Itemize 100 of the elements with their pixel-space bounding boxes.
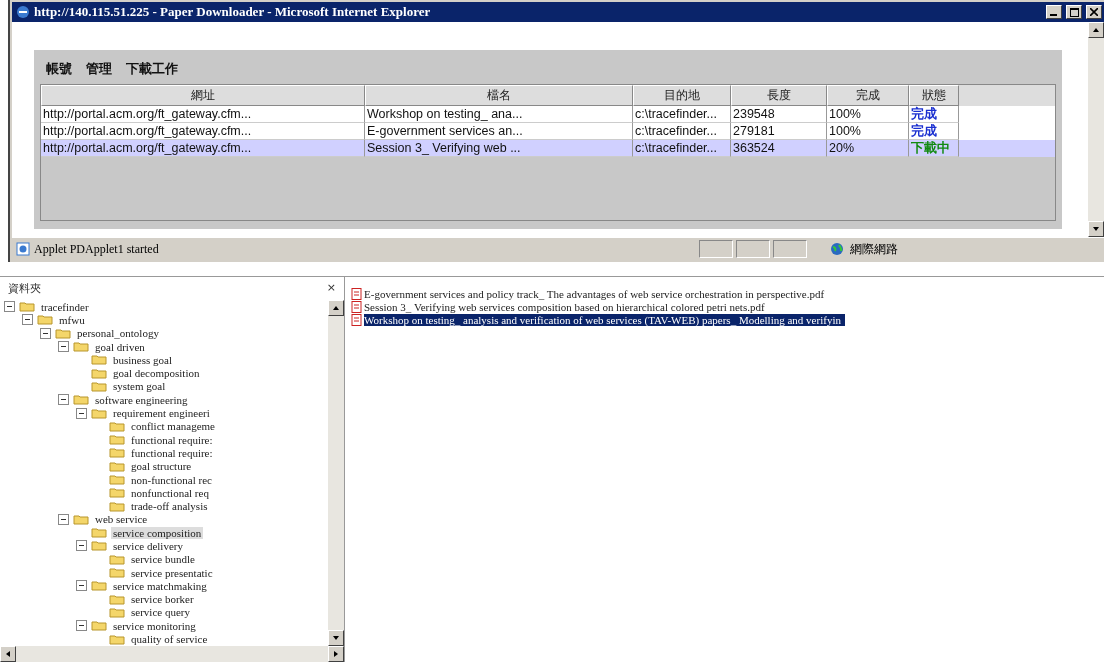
tree-item[interactable]: service borker: [129, 593, 196, 606]
folder-icon: [109, 567, 125, 579]
column-header[interactable]: 長度: [731, 85, 827, 106]
table-row[interactable]: http://portal.acm.org/ft_gateway.cfm... Session 3_ Verifying web ... c:\tracefinder... 363524 20% 下載中: [41, 140, 1055, 157]
pane-title: 資料夾: [8, 281, 41, 296]
collapse-icon[interactable]: [58, 513, 69, 525]
tree-item[interactable]: service query: [129, 606, 192, 619]
tree-item[interactable]: service bundle: [129, 553, 197, 566]
tree-item[interactable]: service delivery: [111, 540, 185, 552]
folder-icon: [109, 434, 125, 446]
column-header[interactable]: 完成: [827, 85, 909, 106]
page-icon: [16, 242, 30, 256]
folder-icon: [73, 341, 89, 353]
tree-item[interactable]: business goal: [111, 353, 174, 366]
column-header[interactable]: 檔名: [365, 85, 633, 106]
collapse-icon[interactable]: [58, 341, 69, 353]
file-item[interactable]: Session 3_ Verifying web services composition based on hierarchical colored petri nets.pdf: [364, 300, 769, 313]
maximize-icon: [1069, 7, 1079, 17]
scroll-arrow-button[interactable]: [328, 630, 344, 646]
tree-item[interactable]: service presentatic: [129, 566, 215, 579]
collapse-icon[interactable]: [58, 394, 69, 406]
vertical-scrollbar[interactable]: [328, 300, 344, 646]
vertical-scrollbar[interactable]: [1088, 22, 1104, 237]
folder-icon: [73, 513, 89, 525]
minimize-button[interactable]: [1046, 5, 1062, 19]
scroll-arrow-button[interactable]: [1088, 221, 1104, 237]
scroll-arrow-button[interactable]: [328, 646, 344, 662]
status-pane: [773, 240, 807, 258]
scroll-arrow-button[interactable]: [0, 646, 16, 662]
tree-item[interactable]: requirement engineeri: [111, 407, 212, 419]
collapse-icon[interactable]: [76, 540, 87, 552]
table-cell: c:\tracefinder...: [633, 140, 731, 157]
tree-item[interactable]: non-functional rec: [129, 473, 214, 486]
browser-icon: [16, 5, 30, 19]
collapse-icon[interactable]: [76, 407, 87, 419]
tree-item[interactable]: functional require:: [129, 446, 215, 459]
pdf-file-icon: [351, 287, 362, 300]
folder-icon: [109, 606, 125, 618]
collapse-icon[interactable]: [22, 314, 33, 326]
arrow-icon: [4, 650, 12, 658]
table-cell: 363524: [731, 140, 827, 157]
menu-item[interactable]: 管理: [86, 60, 112, 78]
menu-item[interactable]: 下載工作: [126, 60, 178, 78]
table-row[interactable]: http://portal.acm.org/ft_gateway.cfm... Workshop on testing_ ana... c:\tracefinder... 239548 100% 完成: [41, 106, 1055, 123]
tree-item[interactable]: goal structure: [129, 460, 194, 473]
tree-item[interactable]: web service: [93, 513, 150, 526]
tree-item[interactable]: quality of service: [129, 633, 210, 646]
collapse-icon[interactable]: [76, 580, 87, 592]
tree-item[interactable]: trade-off analysis: [129, 500, 210, 513]
status-message: Applet PDApplet1 started: [34, 241, 159, 257]
menu-item[interactable]: 帳號: [46, 60, 72, 78]
tree-item[interactable]: functional require:: [129, 433, 215, 446]
window-title: http://140.115.51.225 - Paper Downloader - Microsoft Internet Explorer: [34, 4, 432, 20]
folder-icon: [109, 487, 125, 499]
close-button[interactable]: [1086, 5, 1102, 19]
file-item[interactable]: Workshop on testing_ analysis and verification of web services (TAV-WEB) papers_ Modelling and verifyin: [364, 313, 845, 326]
pdf-file-icon: [351, 313, 362, 326]
tree-item[interactable]: personal_ontology: [75, 327, 161, 340]
collapse-icon[interactable]: [4, 301, 15, 313]
close-icon: [1090, 8, 1098, 16]
folder-icon: [109, 500, 125, 512]
folder-icon: [109, 593, 125, 605]
tree-item[interactable]: service composition: [111, 526, 204, 539]
tree-item[interactable]: goal driven: [93, 340, 147, 353]
folder-icon: [91, 620, 107, 632]
table-cell: http://portal.acm.org/ft_gateway.cfm...: [41, 140, 365, 157]
horizontal-scrollbar[interactable]: [0, 646, 344, 662]
arrow-icon: [1092, 225, 1100, 233]
tree-item[interactable]: service monitoring: [111, 619, 198, 632]
folder-icon: [109, 420, 125, 432]
folder-icon: [91, 580, 107, 592]
close-button[interactable]: ×: [326, 281, 336, 296]
tree-item[interactable]: goal decomposition: [111, 367, 202, 380]
folder-icon: [91, 540, 107, 552]
folder-icon: [37, 314, 53, 326]
scroll-arrow-button[interactable]: [1088, 22, 1104, 38]
column-header[interactable]: 狀態: [909, 85, 959, 106]
maximize-button[interactable]: [1066, 5, 1082, 19]
folder-icon: [109, 447, 125, 459]
tree-item[interactable]: conflict manageme: [129, 420, 217, 433]
column-header[interactable]: 網址: [41, 85, 365, 106]
table-row[interactable]: http://portal.acm.org/ft_gateway.cfm... E-government services an... c:\tracefinder... 279181 100% 完成: [41, 123, 1055, 140]
scroll-arrow-button[interactable]: [328, 300, 344, 316]
tree-item[interactable]: nonfunctional req: [129, 486, 211, 499]
folder-icon: [19, 301, 35, 313]
arrow-icon: [332, 304, 340, 312]
tree-item[interactable]: mfwu: [57, 313, 87, 326]
column-header[interactable]: 目的地: [633, 85, 731, 106]
tree-item[interactable]: software engineering: [93, 393, 190, 406]
tree-item[interactable]: system goal: [111, 380, 168, 393]
table-cell: Session 3_ Verifying web ...: [365, 140, 633, 157]
collapse-icon[interactable]: [76, 620, 87, 632]
tree-item[interactable]: tracefinder: [39, 300, 91, 313]
tree-item[interactable]: service matchmaking: [111, 579, 209, 592]
collapse-icon[interactable]: [40, 327, 51, 339]
status-pane: [736, 240, 770, 258]
file-item[interactable]: E-government services and policy track_ The advantages of web service orchestration in perspective.pdf: [364, 287, 829, 300]
folder-icon: [55, 327, 71, 339]
pdf-file-icon: [351, 300, 362, 313]
folder-icon: [91, 354, 107, 366]
